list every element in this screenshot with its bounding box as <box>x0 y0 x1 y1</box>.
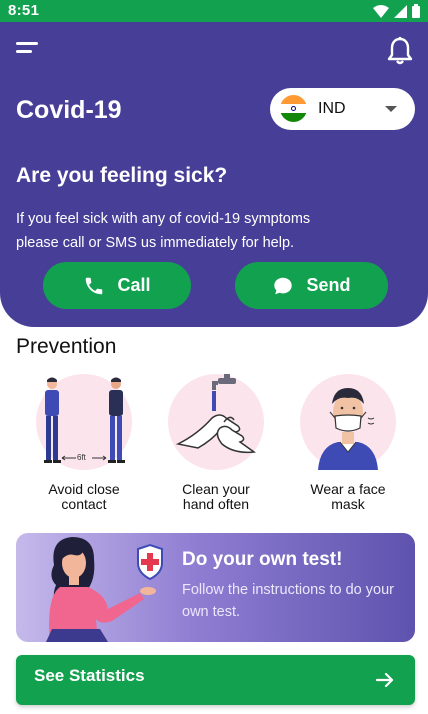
chevron-down-icon <box>385 106 397 112</box>
battery-icon <box>412 4 420 18</box>
see-statistics-button[interactable]: See Statistics <box>16 655 415 705</box>
phone-icon <box>86 277 103 294</box>
notification-bell-icon[interactable] <box>386 36 414 66</box>
sick-heading: Are you feeling sick? <box>16 164 228 187</box>
message-icon <box>274 277 293 294</box>
mask-illustration-icon <box>300 374 396 470</box>
arrow-right-icon <box>375 672 394 688</box>
handwash-illustration-icon <box>168 374 264 470</box>
send-button[interactable]: Send <box>235 262 388 309</box>
sick-description: If you feel sick with any of covid-19 sy… <box>16 211 311 251</box>
prevention-item-mask[interactable]: Wear a face mask <box>298 374 398 512</box>
prevention-label: Avoid close contact <box>48 481 120 512</box>
prevention-title: Prevention <box>16 335 117 358</box>
status-icons <box>373 4 420 18</box>
country-dropdown[interactable]: IND <box>270 88 415 130</box>
call-button[interactable]: Call <box>43 262 191 309</box>
prevention-item-handwash[interactable]: Clean your hand often <box>166 374 266 512</box>
self-test-description: Follow the instructions to do your own t… <box>182 582 394 620</box>
see-statistics-label: See Statistics <box>34 666 145 685</box>
country-code: IND <box>318 100 346 117</box>
signal-icon <box>394 4 407 18</box>
self-test-card[interactable]: Do your own test! Follow the instruction… <box>16 533 415 642</box>
header-panel: Covid-19 IND Are you feeling sick? If yo… <box>0 22 428 327</box>
app-title: Covid-19 <box>16 96 122 124</box>
india-flag-icon <box>280 95 307 122</box>
status-bar: 8:51 <box>0 0 428 22</box>
prevention-label: Clean your hand often <box>182 481 250 512</box>
wifi-icon <box>373 4 389 18</box>
distance-caption: 6ft <box>77 453 86 462</box>
distance-illustration-icon: 6ft <box>36 374 132 470</box>
self-test-title: Do your own test! <box>182 549 343 570</box>
menu-icon[interactable] <box>16 40 42 60</box>
woman-illustration <box>46 537 163 642</box>
prevention-item-distance[interactable]: 6ft Avoid close contact <box>34 374 134 512</box>
prevention-label: Wear a face mask <box>310 481 386 512</box>
call-button-label: Call <box>117 275 151 295</box>
status-time: 8:51 <box>8 2 40 19</box>
send-button-label: Send <box>306 275 351 295</box>
